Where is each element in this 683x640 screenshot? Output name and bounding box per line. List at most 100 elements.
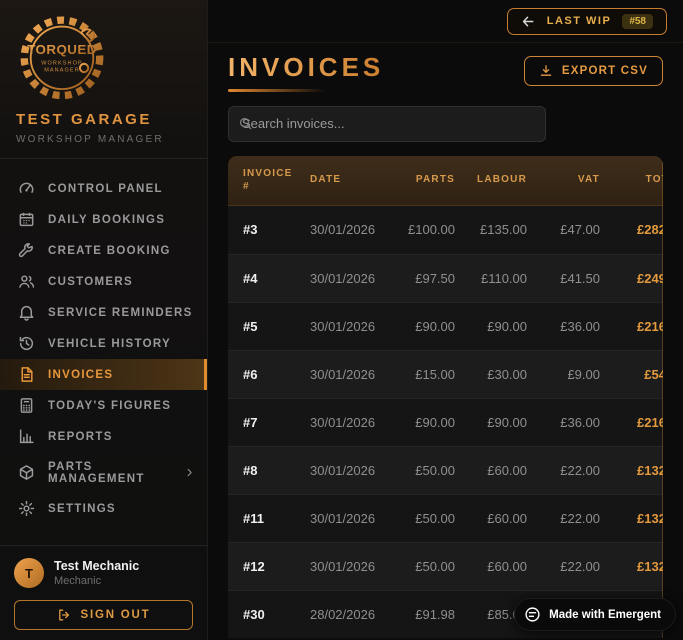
wrench-ornament-icon: [81, 29, 94, 41]
sidebar-item-invoices[interactable]: INVOICES: [0, 359, 207, 390]
cell-total: £132.00: [600, 463, 663, 478]
cell-labour: £90.00: [455, 415, 527, 430]
sidebar-nav: CONTROL PANEL DAILY BOOKINGS CREATE BOOKIN…: [0, 159, 207, 524]
torqued-logo: TORQUED WORKSHOP MANAGER: [16, 10, 108, 102]
cell-labour: £30.00: [455, 367, 527, 382]
cell-invoice: #12: [228, 559, 298, 574]
sidebar-item-label: PARTS MANAGEMENT: [48, 461, 171, 485]
logo-subtitle-1: WORKSHOP: [41, 60, 83, 66]
cell-total: £216.00: [600, 319, 663, 334]
sidebar-item-parts-management[interactable]: PARTS MANAGEMENT: [0, 457, 207, 488]
cell-date: 30/01/2026: [298, 222, 398, 237]
main-area: LAST WIP #58 INVOICES EXPORT CSV INVOICE…: [208, 0, 683, 640]
sidebar-item-label: REPORTS: [48, 431, 113, 443]
invoice-icon: [18, 366, 35, 383]
table-row-invoice-3[interactable]: #330/01/2026£100.00£135.00£47.00£282.00: [228, 206, 663, 254]
garage-name: TEST GARAGE: [16, 111, 191, 128]
table-row-invoice-7[interactable]: #730/01/2026£90.00£90.00£36.00£216.00: [228, 398, 663, 446]
sidebar-item-create-booking[interactable]: CREATE BOOKING: [0, 235, 207, 266]
logo-subtitle-2: MANAGER: [44, 68, 80, 74]
arrow-left-icon: [521, 14, 536, 29]
last-wip-button[interactable]: LAST WIP #58: [507, 8, 667, 35]
calendar-icon: [18, 211, 35, 228]
search-input[interactable]: [228, 106, 546, 142]
avatar: T: [14, 558, 44, 588]
cell-labour: £60.00: [455, 511, 527, 526]
table-row-invoice-6[interactable]: #630/01/2026£15.00£30.00£9.00£54.00: [228, 350, 663, 398]
calculator-icon: [18, 397, 35, 414]
cell-date: 28/02/2026: [298, 607, 398, 622]
cell-vat: £22.00: [527, 559, 600, 574]
table-row-invoice-11[interactable]: #1130/01/2026£50.00£60.00£22.00£132.00: [228, 494, 663, 542]
export-csv-button[interactable]: EXPORT CSV: [524, 56, 663, 86]
last-wip-badge: #58: [622, 14, 653, 29]
search-container: [228, 106, 546, 142]
cell-vat: £22.00: [527, 463, 600, 478]
column-header-labour: LABOUR: [455, 173, 527, 187]
sidebar-item-today-s-figures[interactable]: TODAY'S FIGURES: [0, 390, 207, 421]
made-with-emergent-badge[interactable]: Made with Emergent: [514, 598, 676, 631]
cell-parts: £90.00: [398, 415, 455, 430]
cell-vat: £47.00: [527, 222, 600, 237]
invoices-content: INVOICES EXPORT CSV INVOICE #DATEPARTSLA…: [208, 43, 683, 640]
cell-parts: £90.00: [398, 319, 455, 334]
wrench-icon: [18, 242, 35, 259]
user-name: Test Mechanic: [54, 559, 139, 573]
garage-role: WORKSHOP MANAGER: [16, 134, 191, 150]
invoices-table: INVOICE #DATEPARTSLABOURVATTOTAL #330/01…: [228, 156, 663, 638]
table-body: #330/01/2026£100.00£135.00£47.00£282.00#…: [228, 206, 663, 638]
sidebar-item-daily-bookings[interactable]: DAILY BOOKINGS: [0, 204, 207, 235]
table-row-invoice-8[interactable]: #830/01/2026£50.00£60.00£22.00£132.00: [228, 446, 663, 494]
cell-vat: £41.50: [527, 271, 600, 286]
cell-invoice: #7: [228, 415, 298, 430]
user-role: Mechanic: [54, 575, 139, 587]
column-header-parts: PARTS: [398, 173, 455, 187]
bell-icon: [18, 304, 35, 321]
logo-title: TORQUED: [27, 42, 97, 57]
export-csv-label: EXPORT CSV: [562, 65, 648, 77]
table-row-invoice-5[interactable]: #530/01/2026£90.00£90.00£36.00£216.00: [228, 302, 663, 350]
cell-labour: £60.00: [455, 559, 527, 574]
sign-out-icon: [57, 608, 71, 622]
box-icon: [18, 464, 35, 481]
cell-date: 30/01/2026: [298, 511, 398, 526]
sidebar: TORQUED WORKSHOP MANAGER TEST GARAGE WOR…: [0, 0, 208, 640]
sidebar-item-label: DAILY BOOKINGS: [48, 214, 165, 226]
title-underline: [228, 89, 326, 92]
sign-out-button[interactable]: SIGN OUT: [14, 600, 193, 630]
sidebar-item-control-panel[interactable]: CONTROL PANEL: [0, 173, 207, 204]
brand-section: TORQUED WORKSHOP MANAGER TEST GARAGE WOR…: [0, 0, 207, 159]
cell-parts: £100.00: [398, 222, 455, 237]
cell-vat: £36.00: [527, 415, 600, 430]
cell-parts: £50.00: [398, 559, 455, 574]
sidebar-item-reports[interactable]: REPORTS: [0, 421, 207, 452]
sidebar-item-customers[interactable]: CUSTOMERS: [0, 266, 207, 297]
column-header-invoice: INVOICE #: [228, 167, 298, 194]
gear-icon: [18, 500, 35, 517]
cell-labour: £110.00: [455, 271, 527, 286]
sidebar-item-label: CONTROL PANEL: [48, 183, 163, 195]
sidebar-item-service-reminders[interactable]: SERVICE REMINDERS: [0, 297, 207, 328]
sidebar-item-settings[interactable]: SETTINGS: [0, 493, 207, 524]
cell-parts: £97.50: [398, 271, 455, 286]
cell-invoice: #4: [228, 271, 298, 286]
column-header-date: DATE: [298, 173, 398, 187]
topbar: LAST WIP #58: [208, 0, 683, 43]
download-icon: [539, 64, 553, 78]
cell-date: 30/01/2026: [298, 463, 398, 478]
sidebar-item-label: VEHICLE HISTORY: [48, 338, 171, 350]
cell-date: 30/01/2026: [298, 415, 398, 430]
table-row-invoice-4[interactable]: #430/01/2026£97.50£110.00£41.50£249.00: [228, 254, 663, 302]
cell-date: 30/01/2026: [298, 319, 398, 334]
cell-invoice: #30: [228, 607, 298, 622]
cell-invoice: #8: [228, 463, 298, 478]
sidebar-item-vehicle-history[interactable]: VEHICLE HISTORY: [0, 328, 207, 359]
table-row-invoice-12[interactable]: #1230/01/2026£50.00£60.00£22.00£132.00: [228, 542, 663, 590]
cell-total: £132.00: [600, 511, 663, 526]
cell-parts: £50.00: [398, 463, 455, 478]
cell-date: 30/01/2026: [298, 559, 398, 574]
last-wip-label: LAST WIP: [547, 15, 612, 27]
user-section: T Test Mechanic Mechanic SIGN OUT: [0, 545, 207, 640]
history-icon: [18, 335, 35, 352]
cell-parts: £91.98: [398, 607, 455, 622]
